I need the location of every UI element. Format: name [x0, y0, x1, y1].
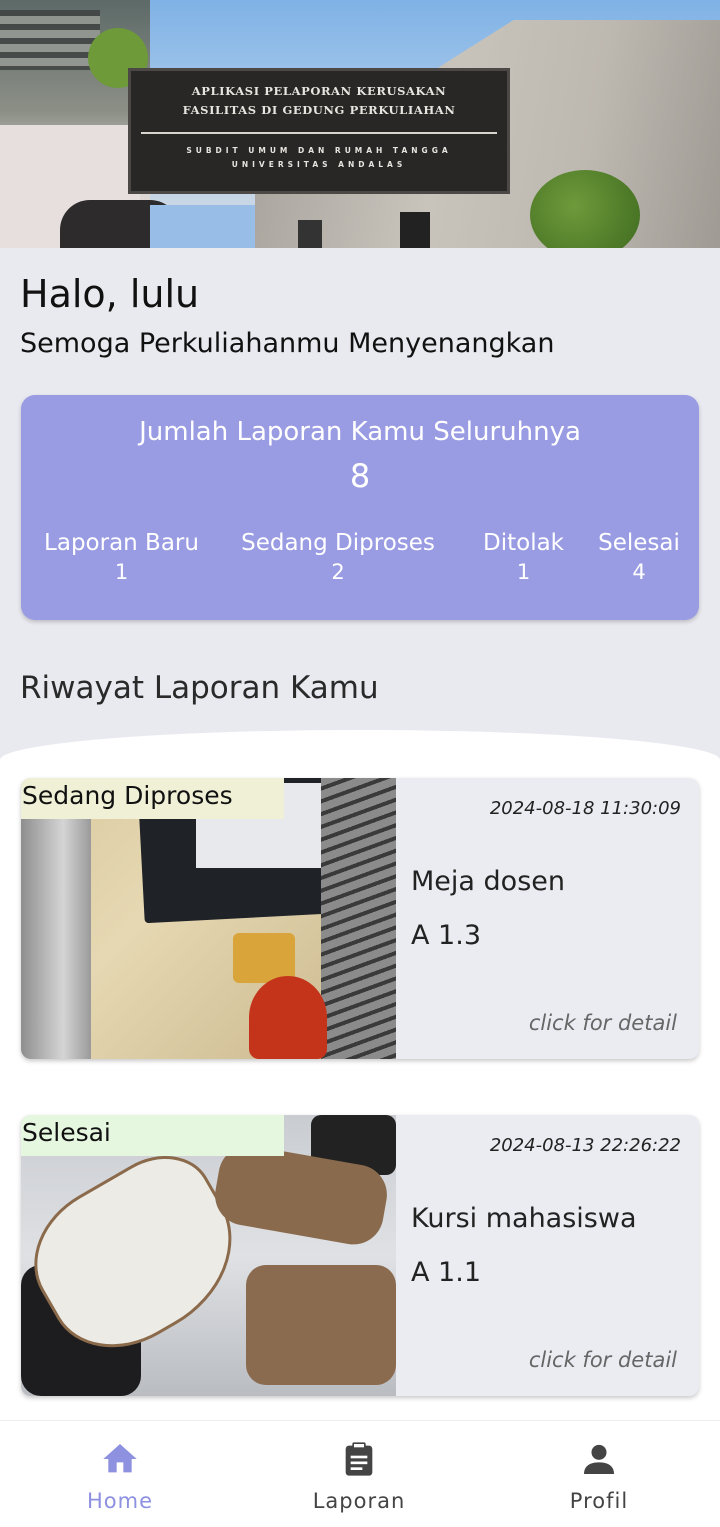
nav-home[interactable]: Home [50, 1439, 190, 1513]
photo-bowl [249, 976, 327, 1059]
stats-total: 8 [349, 457, 371, 495]
banner-window [298, 220, 322, 248]
report-item: Kursi mahasiswa [411, 1203, 637, 1234]
report-item: Meja dosen [411, 866, 565, 897]
history-title: Riwayat Laporan Kamu [20, 670, 379, 706]
stat-done: Selesai 4 [593, 530, 685, 584]
banner-title-line1: APLIKASI PELAPORAN KERUSAKAN [191, 84, 447, 98]
person-icon [584, 1444, 614, 1474]
header-banner: APLIKASI PELAPORAN KERUSAKAN FASILITAS D… [0, 0, 720, 248]
report-card[interactable]: Sedang Diproses 2024-08-18 11:30:09 Meja… [21, 778, 699, 1059]
banner-subtitle-line1: SUBDIT UMUM DAN RUMAH TANGGA [186, 146, 452, 155]
home-icon [103, 1444, 137, 1473]
stat-value: 2 [331, 560, 345, 584]
stats-title: Jumlah Laporan Kamu Seluruhnya [139, 417, 581, 447]
banner-title-line2: FASILITAS DI GEDUNG PERKULIAHAN [182, 103, 456, 117]
clipboard-icon [345, 1442, 373, 1476]
detail-link[interactable]: click for detail [529, 1011, 677, 1035]
banner-plaque: APLIKASI PELAPORAN KERUSAKAN FASILITAS D… [128, 68, 510, 194]
detail-link[interactable]: click for detail [529, 1348, 677, 1372]
stat-value: 1 [516, 560, 531, 584]
status-badge: Sedang Diproses [21, 778, 284, 819]
greeting-subtitle: Semoga Perkuliahanmu Menyenangkan [20, 328, 555, 359]
report-photo [21, 778, 396, 1059]
report-photo [21, 1115, 396, 1396]
stat-value: 4 [632, 560, 646, 584]
photo-shelf [21, 818, 91, 1059]
nav-laporan[interactable]: Laporan [289, 1439, 429, 1513]
stat-label: Ditolak [483, 530, 564, 556]
banner-window [400, 212, 430, 248]
status-badge: Selesai [21, 1115, 284, 1156]
report-room: A 1.3 [411, 920, 481, 951]
bottom-nav: Home Laporan Profil [0, 1420, 720, 1527]
nav-home-label: Home [86, 1489, 153, 1513]
report-stats-card: Jumlah Laporan Kamu Seluruhnya 8 Laporan… [21, 395, 699, 620]
report-card[interactable]: Selesai 2024-08-13 22:26:22 Kursi mahasi… [21, 1115, 699, 1396]
banner-building-left [0, 10, 100, 70]
stat-processing: Sedang Diproses 2 [233, 530, 443, 584]
report-datetime: 2024-08-13 22:26:22 [489, 1135, 681, 1156]
banner-divider [141, 132, 497, 134]
greeting: Halo, lulu [20, 272, 200, 316]
report-room: A 1.1 [411, 1257, 481, 1288]
photo-keyboard [321, 778, 396, 1059]
banner-subtitle-line2: UNIVERSITAS ANDALAS [231, 160, 407, 169]
stat-label: Selesai [598, 530, 680, 556]
photo-chair-brown [246, 1265, 396, 1385]
stat-value: 1 [114, 560, 129, 584]
nav-profil[interactable]: Profil [529, 1439, 669, 1513]
stat-label: Laporan Baru [44, 530, 199, 556]
banner-sky-patch [150, 205, 260, 248]
nav-laporan-label: Laporan [312, 1489, 406, 1513]
nav-profil-label: Profil [569, 1489, 629, 1513]
report-datetime: 2024-08-18 11:30:09 [489, 798, 681, 819]
stat-label: Sedang Diproses [241, 530, 435, 556]
stat-rejected: Ditolak 1 [476, 530, 571, 584]
stat-new: Laporan Baru 1 [39, 530, 204, 584]
